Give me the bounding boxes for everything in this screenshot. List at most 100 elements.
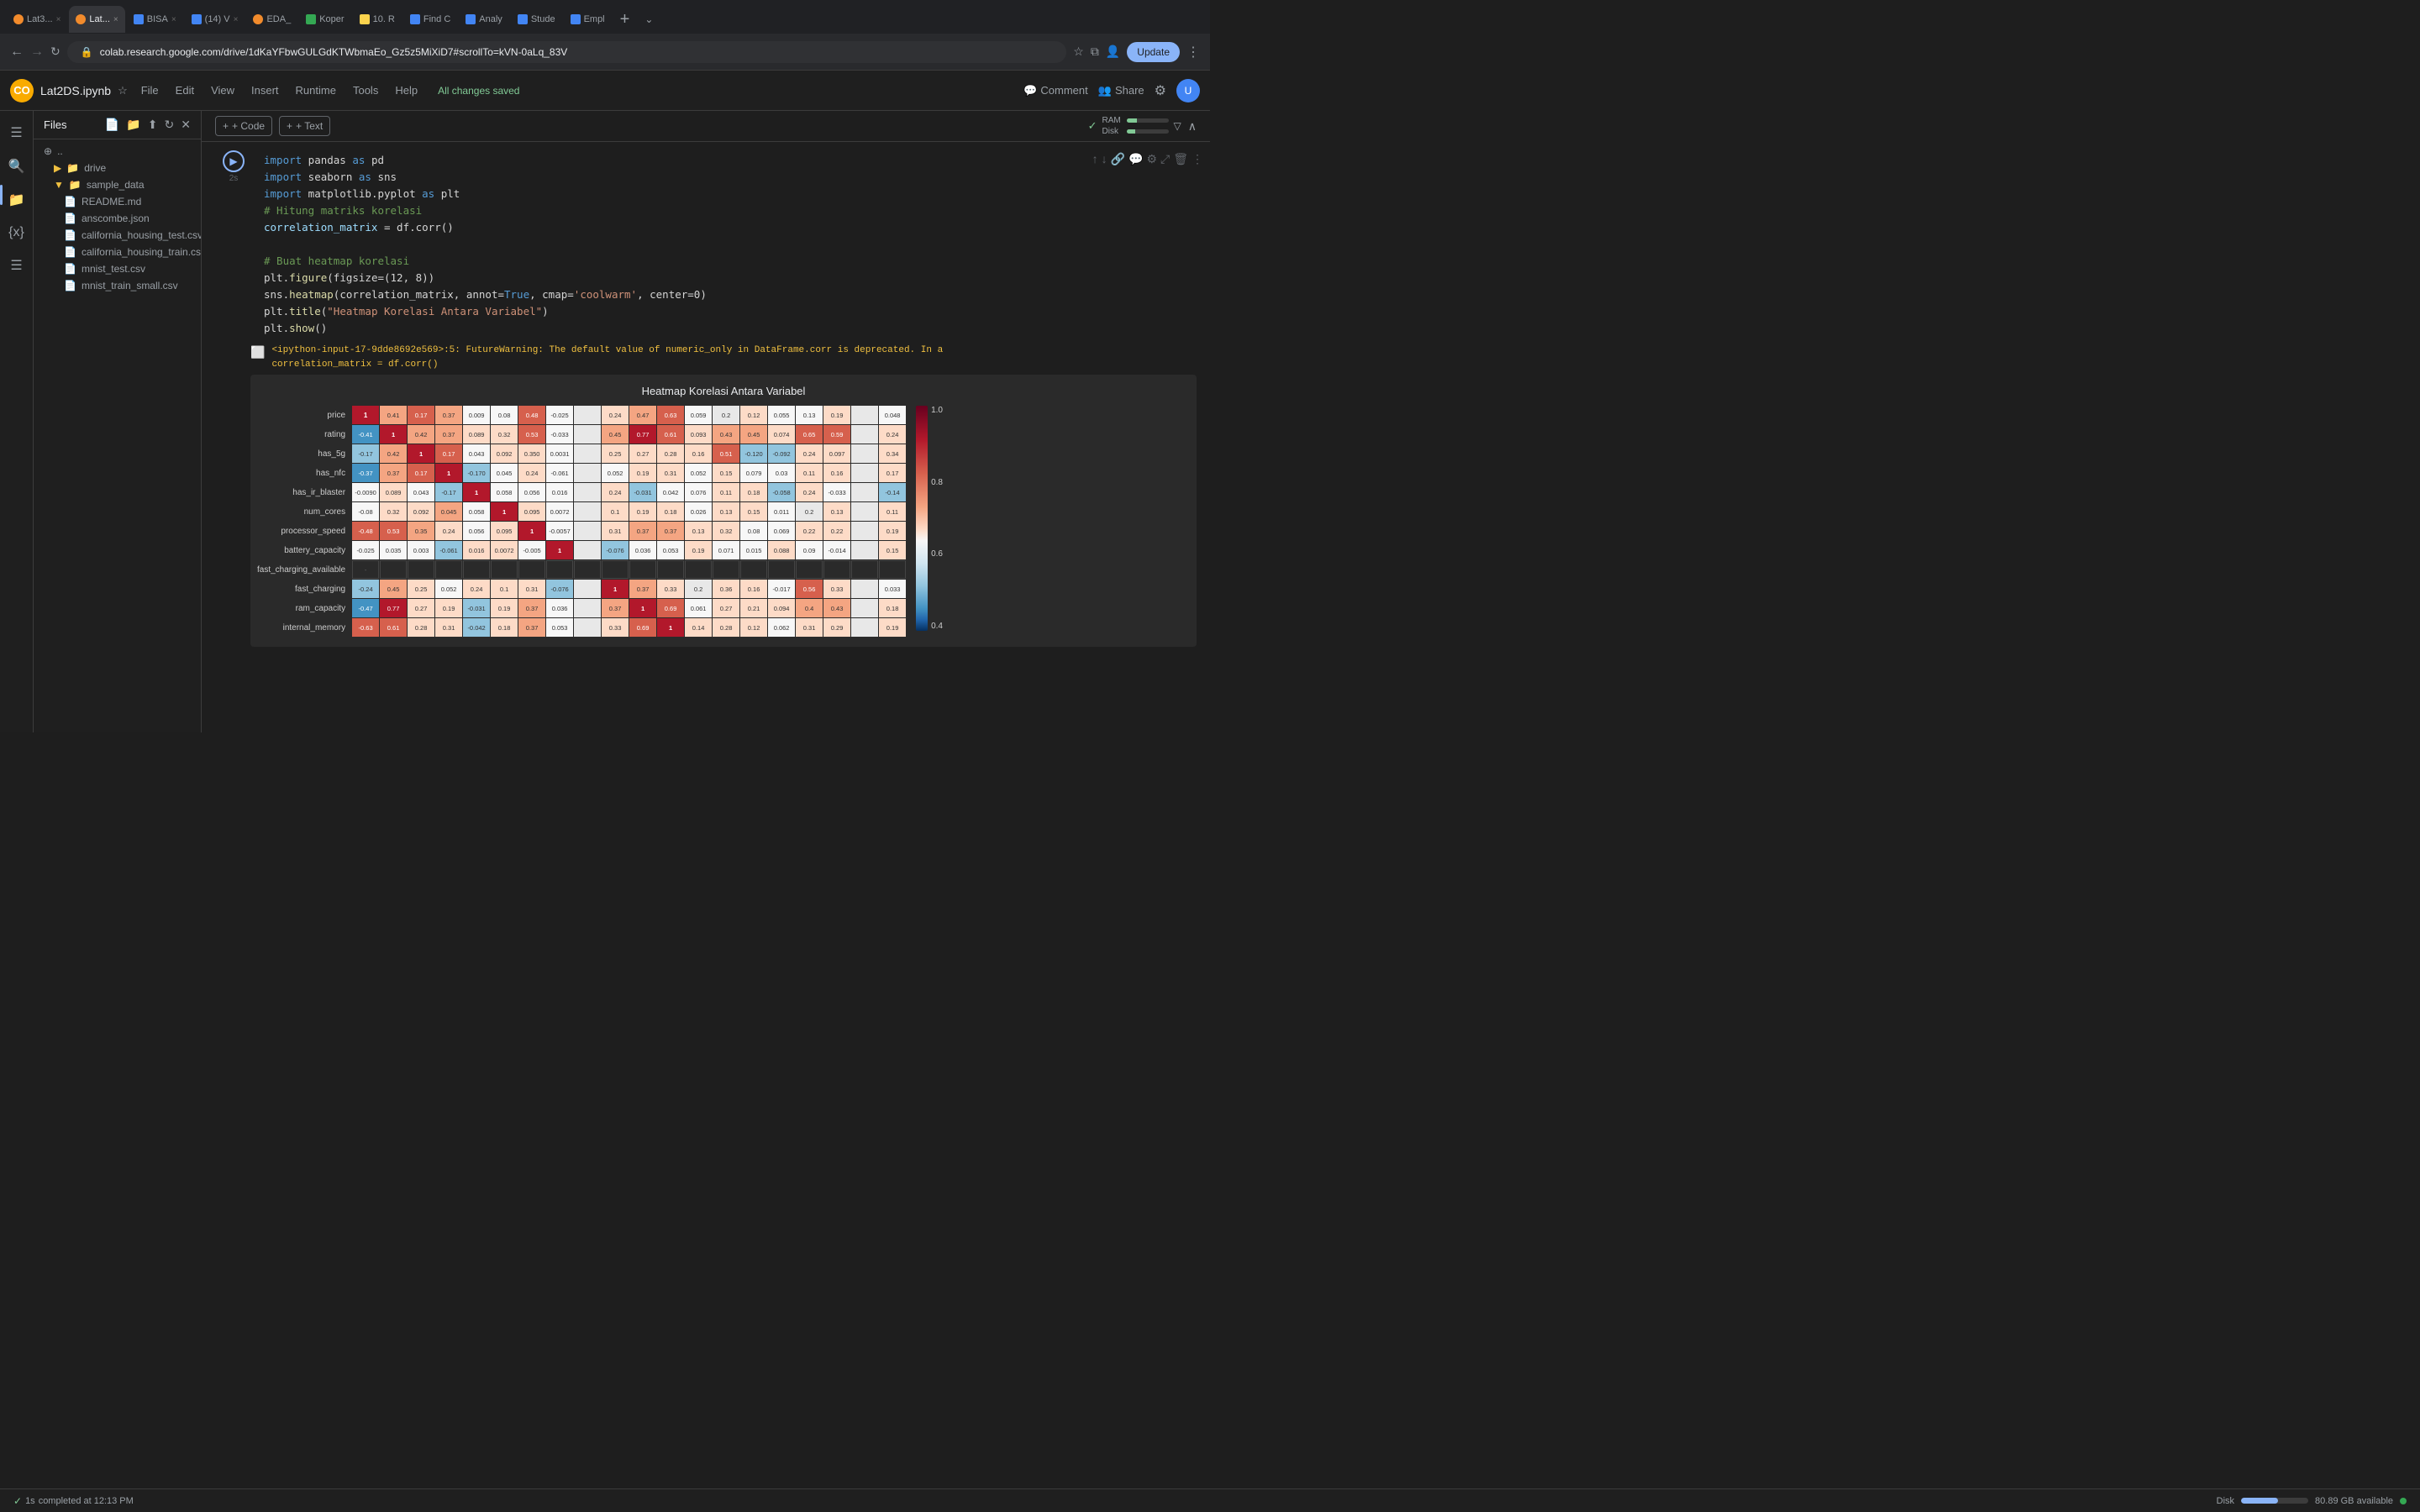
tab-stude[interactable]: Stude (511, 6, 562, 33)
menu-help[interactable]: Help (388, 81, 424, 100)
add-code-btn[interactable]: + + Code (215, 116, 272, 136)
move-down-icon[interactable]: ↓ (1102, 152, 1107, 166)
hamburger-icon[interactable]: ☰ (3, 118, 29, 148)
menu-view[interactable]: View (204, 81, 241, 100)
disk-bar (2241, 1498, 2308, 1504)
status-bar: ✓ 1s completed at 12:13 PM Disk 80.89 GB… (0, 1488, 2420, 1512)
section-icon[interactable]: ☰ (3, 250, 29, 281)
notebook-title: Lat2DS.ipynb (40, 84, 111, 97)
file-item-dotdot[interactable]: ⊕ .. (34, 143, 201, 160)
tab-lat3[interactable]: Lat3... × (7, 6, 67, 33)
update-button[interactable]: Update (1127, 42, 1180, 62)
expand-cell-icon[interactable]: ⤢ (1160, 152, 1170, 166)
file-item-ca-test[interactable]: 📄 california_housing_test.csv (34, 227, 201, 244)
tab-10r[interactable]: 10. R (353, 6, 402, 33)
address-bar: ← → ↻ 🔒 colab.research.google.com/drive/… (0, 34, 1210, 71)
menu-runtime[interactable]: Runtime (289, 81, 343, 100)
menu-file[interactable]: File (134, 81, 166, 100)
tab-bisa[interactable]: BISA × (127, 6, 183, 33)
status-circle (2400, 1498, 2407, 1504)
colorbar: 1.0 0.8 0.6 0.4 (916, 406, 943, 631)
file-item-readme[interactable]: 📄 README.md (34, 193, 201, 210)
completed-text: completed at 12:13 PM (39, 1496, 134, 1506)
file-item-anscombe[interactable]: 📄 anscombe.json (34, 210, 201, 227)
tab-empl[interactable]: Empl (564, 6, 612, 33)
status-right: Disk 80.89 GB available (2217, 1496, 2407, 1506)
comment-btn[interactable]: 💬 Comment (1023, 84, 1088, 97)
comment-cell-icon[interactable]: 💬 (1128, 152, 1143, 166)
address-input[interactable]: 🔒 colab.research.google.com/drive/1dKaYF… (67, 41, 1067, 63)
files-icon[interactable]: 📁 (2, 185, 32, 215)
address-text: colab.research.google.com/drive/1dKaYFbw… (100, 46, 568, 58)
collapse-all-btn[interactable]: ∧ (1188, 119, 1197, 134)
new-file-icon[interactable]: 📄 (105, 118, 119, 132)
tab-search-btn[interactable]: ⧉ (1091, 45, 1099, 59)
cell-header-row: ▶ 2s import pandas as pd import seaborn … (203, 145, 1210, 344)
left-icon-bar: ☰ 🔍 📁 {x} ☰ (0, 111, 34, 732)
file-item-drive[interactable]: ▶ 📁 drive (34, 160, 201, 176)
file-tree: ⊕ .. ▶ 📁 drive ▼ 📁 sample_data 📄 README.… (34, 139, 201, 732)
bookmark-btn[interactable]: ☆ (1073, 45, 1084, 59)
output-warning-row: ⬜ <ipython-input-17-9dde8692e569>:5: Fut… (250, 344, 1197, 371)
tab-more[interactable]: ⌄ (638, 13, 660, 25)
cell-left-controls: ▶ 2s (210, 149, 257, 183)
check-icon: ✓ (13, 1495, 22, 1507)
add-text-btn[interactable]: + + Text (279, 116, 330, 136)
forward-btn[interactable]: → (30, 45, 44, 60)
search-icon[interactable]: 🔍 (2, 151, 32, 181)
cell-code-content[interactable]: import pandas as pd import seaborn as sn… (257, 149, 1092, 340)
menu-dots[interactable]: ⋮ (1186, 44, 1200, 60)
output-stream-icon: ⬜ (250, 345, 265, 360)
refresh-icon[interactable]: ↻ (165, 118, 175, 132)
menu-bar: File Edit View Insert Runtime Tools Help (134, 81, 424, 100)
status-success: ✓ 1s completed at 12:13 PM (13, 1495, 134, 1507)
colab-appbar: CO Lat2DS.ipynb ☆ File Edit View Insert … (0, 71, 1210, 111)
reload-btn[interactable]: ↻ (50, 45, 60, 59)
tab-bar: Lat3... × Lat... × BISA × (14) V × EDA_ … (0, 0, 1210, 34)
tab-eda[interactable]: EDA_ (246, 6, 297, 33)
file-item-mnist-test[interactable]: 📄 mnist_test.csv (34, 260, 201, 277)
move-up-icon[interactable]: ↑ (1092, 152, 1098, 166)
cell-actions-bar: ↑ ↓ 🔗 💬 ⚙ ⤢ 🗑 ⋮ (1092, 149, 1203, 166)
close-sidebar-icon[interactable]: ✕ (181, 118, 191, 132)
cell-run-time: 2s (229, 174, 239, 183)
menu-insert[interactable]: Insert (245, 81, 286, 100)
back-btn[interactable]: ← (10, 45, 24, 60)
heatmap-output: Heatmap Korelasi Antara Variabel price r… (250, 375, 1197, 647)
warning-text: <ipython-input-17-9dde8692e569>:5: Futur… (271, 344, 943, 371)
expand-btn[interactable]: ▽ (1174, 120, 1181, 132)
delete-cell-icon[interactable]: 🗑 (1173, 152, 1188, 166)
code-cell: ▶ 2s import pandas as pd import seaborn … (202, 145, 1210, 654)
upload-icon[interactable]: ⬆ (148, 118, 158, 132)
code-icon[interactable]: {x} (2, 218, 31, 247)
sidebar-active-indicator (0, 185, 3, 205)
link-icon[interactable]: 🔗 (1111, 152, 1125, 166)
star-icon[interactable]: ☆ (118, 84, 128, 97)
settings-btn[interactable]: ⚙ (1155, 82, 1166, 99)
menu-tools[interactable]: Tools (346, 81, 385, 100)
disk-available: 80.89 GB available (2315, 1496, 2393, 1506)
tab-findc[interactable]: Find C (403, 6, 457, 33)
tab-koper[interactable]: Koper (299, 6, 350, 33)
checkmark-icon: ✓ (1088, 119, 1097, 133)
run-cell-btn[interactable]: ▶ (223, 150, 245, 172)
tab-analy[interactable]: Analy (459, 6, 509, 33)
heatmap-grid: 1 0.41 0.17 0.37 0.009 0.08 0.48 -0.025 … (352, 406, 906, 637)
account-btn[interactable]: 👤 (1106, 45, 1120, 59)
avatar[interactable]: U (1176, 79, 1200, 102)
share-btn[interactable]: 👥 Share (1098, 84, 1144, 97)
file-item-ca-train[interactable]: 📄 california_housing_train.csv (34, 244, 201, 260)
settings-cell-icon[interactable]: ⚙ (1146, 152, 1157, 166)
file-item-mnist-train[interactable]: 📄 mnist_train_small.csv (34, 277, 201, 294)
tab-lat2ds-active[interactable]: Lat... × (69, 6, 124, 33)
file-sidebar: Files 📄 📁 ⬆ ↻ ✕ ⊕ .. ▶ 📁 drive ▼ 📁 sampl… (34, 111, 202, 732)
tab-new[interactable]: + (613, 11, 637, 28)
more-cell-icon[interactable]: ⋮ (1192, 152, 1203, 166)
menu-edit[interactable]: Edit (169, 81, 201, 100)
disk-label: Disk (2217, 1496, 2234, 1506)
heatmap-body: price rating has_5g has_nfc has_ir_blast… (257, 406, 1190, 637)
file-item-sample-data[interactable]: ▼ 📁 sample_data (34, 176, 201, 193)
new-folder-icon[interactable]: 📁 (126, 118, 140, 132)
tab-14v[interactable]: (14) V × (185, 6, 245, 33)
notebook-toolbar: + + Code + + Text ✓ RAM Disk (202, 111, 1210, 142)
